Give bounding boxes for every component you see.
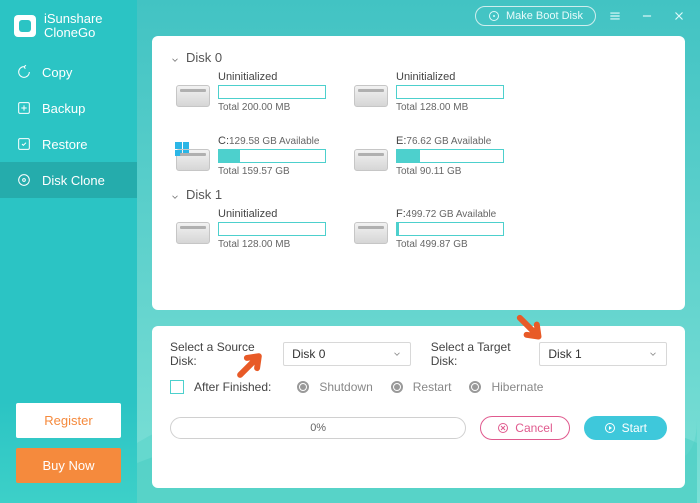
disk-icon (354, 222, 388, 244)
hibernate-radio[interactable] (469, 381, 481, 393)
nav-label: Copy (42, 65, 72, 80)
after-finished-checkbox[interactable] (170, 380, 184, 394)
disk-icon (354, 85, 388, 107)
partition-label: Uninitialized (396, 71, 504, 83)
chevron-down-icon (170, 190, 180, 200)
after-finished-label: After Finished: (194, 380, 271, 394)
cancel-button[interactable]: Cancel (480, 416, 569, 440)
shutdown-radio[interactable] (297, 381, 309, 393)
partition[interactable]: Uninitialized Total 128.00 MB (176, 208, 326, 250)
disk-header[interactable]: Disk 0 (170, 50, 667, 65)
partition[interactable]: Uninitialized Total 128.00 MB (354, 71, 504, 113)
partition[interactable]: C:129.58 GB Available Total 159.57 GB (176, 135, 326, 177)
partition[interactable]: F:499.72 GB Available Total 499.87 GB (354, 208, 504, 250)
app-brand: iSunshareCloneGo (0, 0, 137, 48)
minimize-button[interactable] (634, 5, 660, 27)
partition-total: Total 159.57 GB (218, 166, 326, 177)
partition-label: F:499.72 GB Available (396, 208, 504, 220)
chevron-down-icon (170, 53, 180, 63)
nav-label: Disk Clone (42, 173, 105, 188)
nav-copy[interactable]: Copy (0, 54, 137, 90)
source-disk-select[interactable]: Disk 0 (283, 342, 411, 366)
cancel-icon (497, 422, 509, 434)
usage-bar (396, 222, 504, 236)
partition[interactable]: E:76.62 GB Available Total 90.11 GB (354, 135, 504, 177)
usage-bar (396, 85, 504, 99)
disk-icon (176, 85, 210, 107)
usage-bar (218, 222, 326, 236)
partition-label: C:129.58 GB Available (218, 135, 326, 147)
partition-label: Uninitialized (218, 71, 326, 83)
disk-header[interactable]: Disk 1 (170, 187, 667, 202)
disk-icon (176, 222, 210, 244)
chevron-down-icon (392, 349, 402, 359)
windows-icon (175, 142, 189, 156)
start-button[interactable]: Start (584, 416, 667, 440)
target-disk-select[interactable]: Disk 1 (539, 342, 667, 366)
make-boot-disk-button[interactable]: Make Boot Disk (475, 6, 596, 26)
backup-icon (16, 100, 32, 116)
restart-radio[interactable] (391, 381, 403, 393)
nav-label: Restore (42, 137, 88, 152)
restore-icon (16, 136, 32, 152)
partition-label: Uninitialized (218, 208, 326, 220)
nav-backup[interactable]: Backup (0, 90, 137, 126)
progress-bar: 0% (170, 417, 466, 439)
usage-bar (218, 149, 326, 163)
play-icon (604, 422, 616, 434)
annotation-arrow-target (513, 311, 547, 345)
partition-total: Total 90.11 GB (396, 166, 504, 177)
nav-restore[interactable]: Restore (0, 126, 137, 162)
disk-clone-icon (16, 172, 32, 188)
nav-label: Backup (42, 101, 85, 116)
partition-total: Total 200.00 MB (218, 102, 326, 113)
disk-icon (176, 149, 210, 171)
disk-list-panel: Disk 0UninitializedTotal 200.00 MBUninit… (152, 36, 685, 310)
partition-total: Total 128.00 MB (396, 102, 504, 113)
register-button[interactable]: Register (16, 403, 121, 438)
options-panel: Select a Source Disk: Disk 0 Select a Ta… (152, 326, 685, 488)
annotation-arrow-source (235, 346, 269, 380)
partition[interactable]: Uninitialized Total 200.00 MB (176, 71, 326, 113)
partition-total: Total 499.87 GB (396, 239, 504, 250)
partition-label: E:76.62 GB Available (396, 135, 504, 147)
usage-bar (218, 85, 326, 99)
menu-button[interactable] (602, 5, 628, 27)
close-button[interactable] (666, 5, 692, 27)
usage-bar (396, 149, 504, 163)
chevron-down-icon (648, 349, 658, 359)
nav-disk-clone[interactable]: Disk Clone (0, 162, 137, 198)
copy-icon (16, 64, 32, 80)
disk-icon (354, 149, 388, 171)
buy-now-button[interactable]: Buy Now (16, 448, 121, 483)
disc-icon (488, 10, 500, 22)
partition-total: Total 128.00 MB (218, 239, 326, 250)
brand-icon (14, 15, 36, 37)
